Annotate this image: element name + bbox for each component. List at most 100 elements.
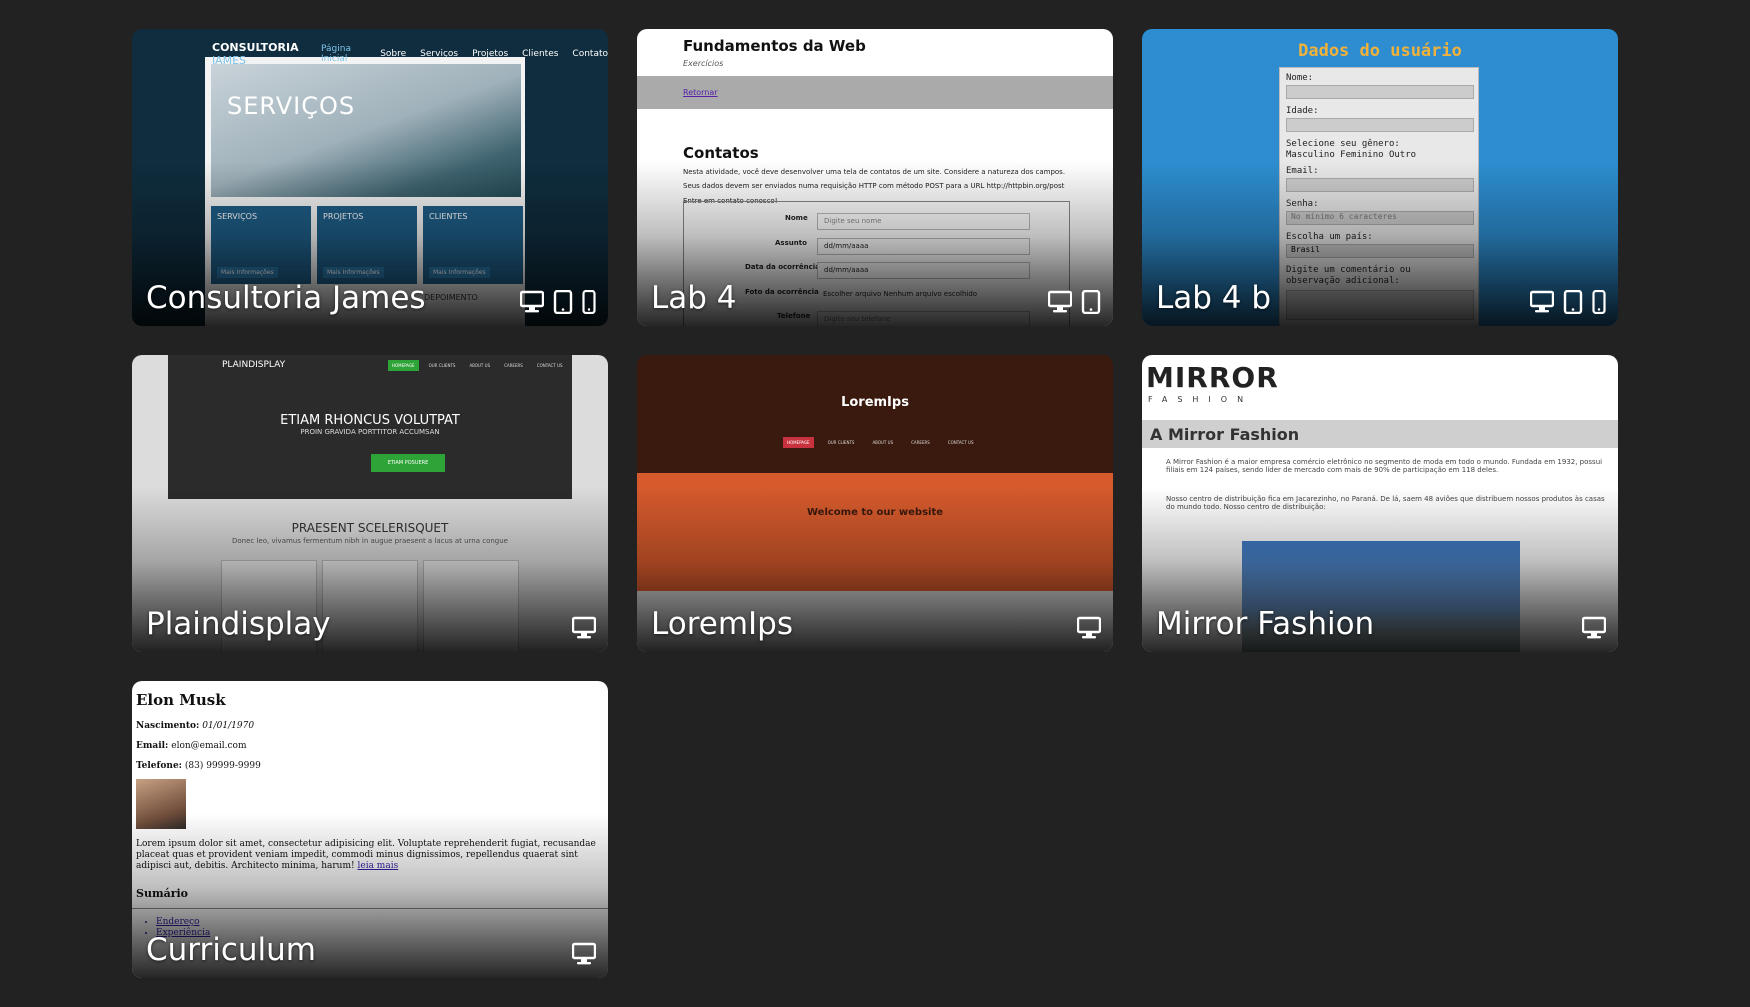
- preview-field-label: Foto da ocorrência: [745, 288, 819, 296]
- preview-field-label: observação adicional:: [1286, 276, 1400, 286]
- preview-label: Nascimento:: [136, 721, 200, 731]
- preview-paragraph: A Mirror Fashion é a maior empresa comér…: [1166, 458, 1603, 474]
- preview-name: Elon Musk: [136, 691, 226, 709]
- preview-nav-item: Serviços: [420, 49, 459, 59]
- preview-field-input: Digite seu nome: [817, 213, 1030, 230]
- preview-photo: [136, 779, 186, 829]
- preview-feature-box: [423, 560, 519, 652]
- preview-subheading: Exercícios: [683, 59, 724, 68]
- preview-hero: SERVIÇOS: [211, 64, 521, 197]
- preview-nav-item: Clientes: [522, 49, 559, 59]
- preview-nav: HOMEPAGE OUR CLIENTS ABOUT US CAREERS CO…: [388, 360, 567, 371]
- preview-nav-item: HOMEPAGE: [388, 360, 419, 371]
- tablet-icon: [553, 290, 573, 314]
- card-title: Plaindisplay: [146, 606, 331, 642]
- preview-bar-title: A Mirror Fashion: [1150, 425, 1300, 444]
- preview-field-label: Selecione seu gênero:: [1286, 139, 1400, 149]
- phone-icon: [1592, 290, 1606, 314]
- preview-nav-item: Contato: [572, 49, 608, 59]
- project-card-consultoria-james[interactable]: CONSULTORIA JAMES Página Inicial Sobre S…: [132, 29, 608, 326]
- device-icons: [520, 290, 596, 314]
- preview-country-select: Brasil: [1286, 244, 1474, 258]
- preview-more-link: leia mais: [357, 861, 399, 871]
- preview-heading: Fundamentos da Web: [683, 37, 866, 55]
- preview-line: Nesta atividade, você deve desenvolver u…: [683, 168, 1066, 176]
- desktop-icon: [1077, 616, 1101, 640]
- preview-field-label: Senha:: [1286, 199, 1319, 209]
- project-card-curriculum[interactable]: Elon Musk Nascimento: 01/01/1970 Email: …: [132, 681, 608, 978]
- preview-hero-subtitle: PROIN GRAVIDA PORTTITOR ACCUMSAN: [300, 428, 440, 436]
- preview-section-title: Contatos: [683, 144, 759, 162]
- preview-nav-item: CAREERS: [504, 363, 523, 368]
- preview-logo: LoremIps: [841, 395, 909, 410]
- preview-logo: MIRROR: [1146, 361, 1279, 394]
- preview-toc-link: Endereço: [156, 917, 200, 927]
- phone-icon: [582, 290, 596, 314]
- preview-nav-item: Projetos: [472, 49, 509, 59]
- preview-line: Nascimento: 01/01/1970: [136, 721, 254, 731]
- preview-field-input: [1286, 85, 1474, 99]
- preview-nav-item: HOMEPAGE: [783, 437, 814, 448]
- project-card-lab-4[interactable]: Fundamentos da Web Exercícios Retornar C…: [637, 29, 1113, 326]
- device-icons: [1530, 290, 1606, 314]
- project-card-mirror-fashion[interactable]: MIRROR FASHION A Mirror Fashion A Mirror…: [1142, 355, 1618, 652]
- preview-nav-item: OUR CLIENTS: [428, 363, 456, 368]
- preview-nav-item: Página Inicial: [321, 44, 351, 64]
- preview-section-title: PRAESENT SCELERISQUET: [291, 521, 449, 535]
- preview-brand: PLAINDISPLAY: [222, 360, 286, 370]
- preview-bar: A Mirror Fashion: [1142, 420, 1618, 448]
- preview-label: Telefone:: [136, 761, 183, 771]
- preview-divider: [132, 908, 608, 909]
- preview-gender-options: Masculino Feminino Outro: [1286, 150, 1417, 160]
- preview-logo-sub: FASHION: [1148, 395, 1254, 404]
- preview-field-label: Assunto: [775, 239, 807, 247]
- preview-section-text: Donec leo, vivamus fermentum nibh in aug…: [231, 537, 508, 545]
- project-card-plaindisplay[interactable]: PLAINDISPLAY HOMEPAGE OUR CLIENTS ABOUT …: [132, 355, 608, 652]
- preview-paragraph: Lorem ipsum dolor sit amet, consectetur …: [136, 839, 604, 872]
- device-icons: [1077, 616, 1101, 640]
- preview-heading: Dados do usuário: [1298, 41, 1462, 61]
- device-icons: [1582, 616, 1606, 640]
- card-title: Mirror Fashion: [1156, 606, 1375, 642]
- preview-form: Nome: Idade: Selecione seu gênero: Mascu…: [1279, 67, 1479, 326]
- preview-field-label: Telefone: [777, 312, 811, 320]
- preview-value: (83) 99999-9999: [184, 761, 261, 771]
- preview-nav: HOMEPAGE OUR CLIENTS ABOUT US CAREERS CO…: [783, 437, 978, 448]
- preview-nav-item: CONTACT US: [947, 440, 974, 445]
- preview-box-button: Mais Informações: [323, 267, 384, 278]
- desktop-icon: [572, 942, 596, 966]
- preview-box-title: PROJETOS: [323, 212, 364, 221]
- card-title: LoremIps: [651, 606, 793, 642]
- preview-header: PLAINDISPLAY HOMEPAGE OUR CLIENTS ABOUT …: [168, 355, 572, 499]
- desktop-icon: [520, 290, 544, 314]
- preview-link: Retornar: [683, 88, 718, 97]
- device-icons: [1048, 290, 1101, 314]
- project-card-lab-4-b[interactable]: Dados do usuário Nome: Idade: Selecione …: [1142, 29, 1618, 326]
- preview-box: PROJETOS Mais Informações: [317, 206, 417, 284]
- preview-nav-item: ABOUT US: [872, 440, 894, 445]
- preview-box-title: CLIENTES: [429, 212, 468, 221]
- card-title: Lab 4: [651, 280, 737, 316]
- preview-feature-box: [322, 560, 418, 652]
- preview-box: CLIENTES Mais Informações: [423, 206, 523, 284]
- preview-summary-title: Sumário: [136, 887, 189, 900]
- preview-field-input: Digite seu telefone: [817, 311, 1030, 326]
- preview-nav-item: Sobre: [380, 49, 407, 59]
- tablet-icon: [1563, 290, 1583, 314]
- project-grid: CONSULTORIA JAMES Página Inicial Sobre S…: [132, 29, 1618, 978]
- card-title: Lab 4 b: [1156, 280, 1272, 316]
- preview-value: 01/01/1970: [202, 721, 255, 731]
- preview-nav-item: ABOUT US: [469, 363, 491, 368]
- preview-bar: Retornar: [637, 76, 1113, 109]
- preview-field-input: dd/mm/aaaa: [817, 238, 1030, 255]
- preview-field-label: Email:: [1286, 166, 1319, 176]
- project-card-loremips[interactable]: LoremIps HOMEPAGE OUR CLIENTS ABOUT US C…: [637, 355, 1113, 652]
- preview-field-input: Escolher arquivo Nenhum arquivo escolhid…: [823, 290, 978, 298]
- card-title: Curriculum: [146, 932, 317, 968]
- preview-welcome: Welcome to our website: [806, 507, 944, 518]
- preview-value: elon@email.com: [171, 741, 247, 751]
- preview-nav-item: CONTACT US: [536, 363, 563, 368]
- preview-field-input: [1286, 118, 1474, 132]
- tablet-icon: [1081, 290, 1101, 314]
- preview-field-label: Idade:: [1286, 106, 1319, 116]
